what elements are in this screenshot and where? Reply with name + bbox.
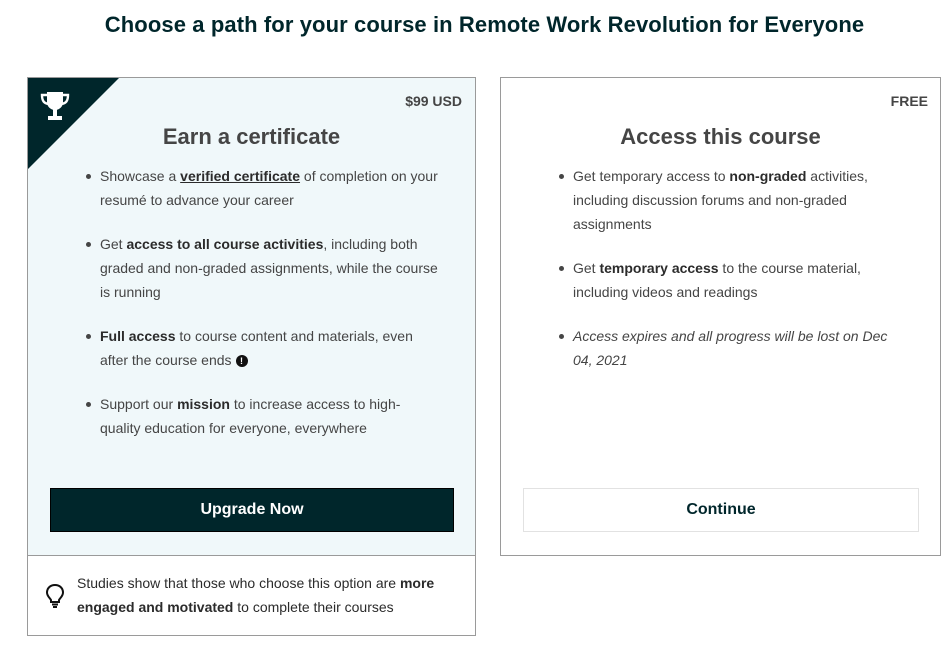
continue-button[interactable]: Continue [523,488,919,532]
benefit-list: Showcase a verified certificate of compl… [86,164,440,460]
card-title: Access this course [620,124,821,149]
price-tag: $99 USD [405,93,462,109]
benefit-item: Get temporary access to non-graded activ… [559,164,903,236]
verified-track-card: $99 USD Earn a certificate Showcase a ve… [27,77,476,556]
benefit-item: Support our mission to increase access t… [86,392,440,440]
info-icon[interactable]: ! [235,355,248,367]
trophy-icon [40,92,70,120]
price-tag: FREE [890,93,928,109]
tip-text: Studies show that those who choose this … [77,575,435,615]
benefit-list: Get temporary access to non-graded activ… [559,164,903,392]
expiry-note: Access expires and all progress will be … [559,324,903,372]
benefit-item: Get access to all course activities, inc… [86,232,440,304]
card-title: Earn a certificate [162,124,341,149]
upgrade-now-button[interactable]: Upgrade Now [50,488,454,532]
lightbulb-icon [45,583,65,608]
benefit-item: Get temporary access to the course mater… [559,256,903,304]
verified-certificate-link[interactable]: verified certificate [180,168,300,184]
motivation-tip: Studies show that those who choose this … [27,555,476,636]
audit-track-card: FREE Access this course Get temporary ac… [500,77,941,556]
page-title: Choose a path for your course in Remote … [104,12,865,37]
benefit-item: Showcase a verified certificate of compl… [86,164,440,212]
benefit-item: Full access to course content and materi… [86,324,440,372]
